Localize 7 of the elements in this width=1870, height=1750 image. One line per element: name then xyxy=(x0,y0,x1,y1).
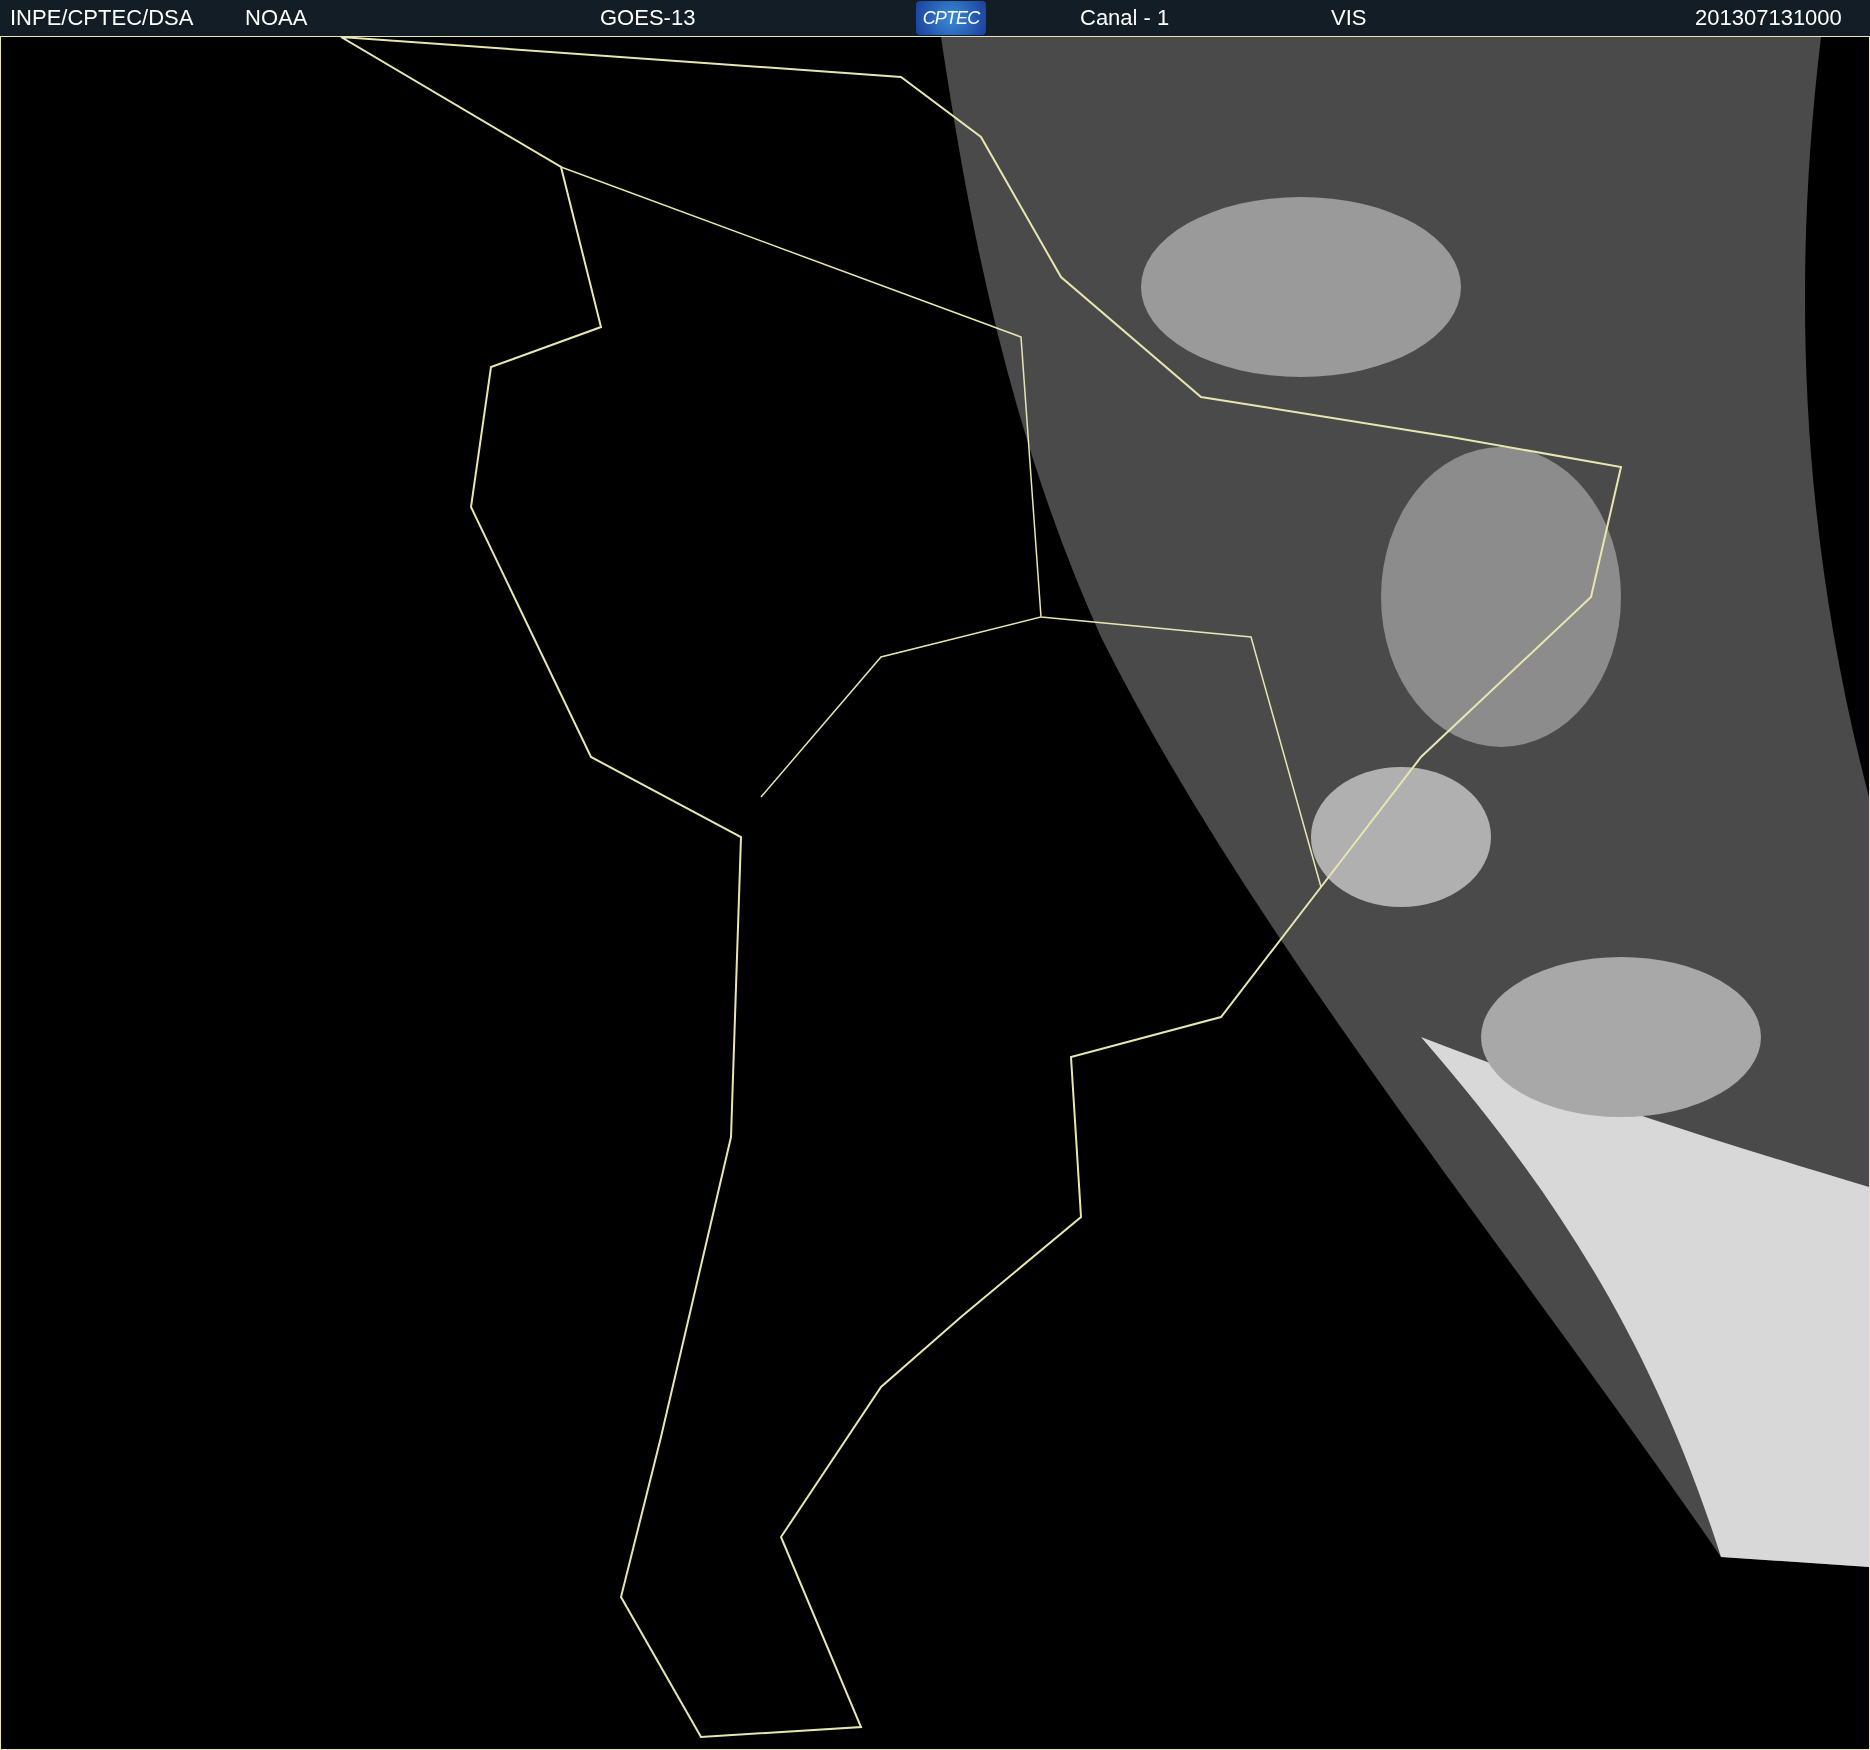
channel-label: Canal - 1 xyxy=(1080,7,1171,29)
source-label: INPE/CPTEC/DSA xyxy=(10,7,195,29)
band-label: VIS xyxy=(1331,7,1368,29)
timestamp-label: 201307131000 xyxy=(1695,7,1842,29)
logo: CPTEC xyxy=(916,1,986,35)
agency-label: NOAA xyxy=(245,7,309,29)
satellite-label: GOES-13 xyxy=(600,7,697,29)
